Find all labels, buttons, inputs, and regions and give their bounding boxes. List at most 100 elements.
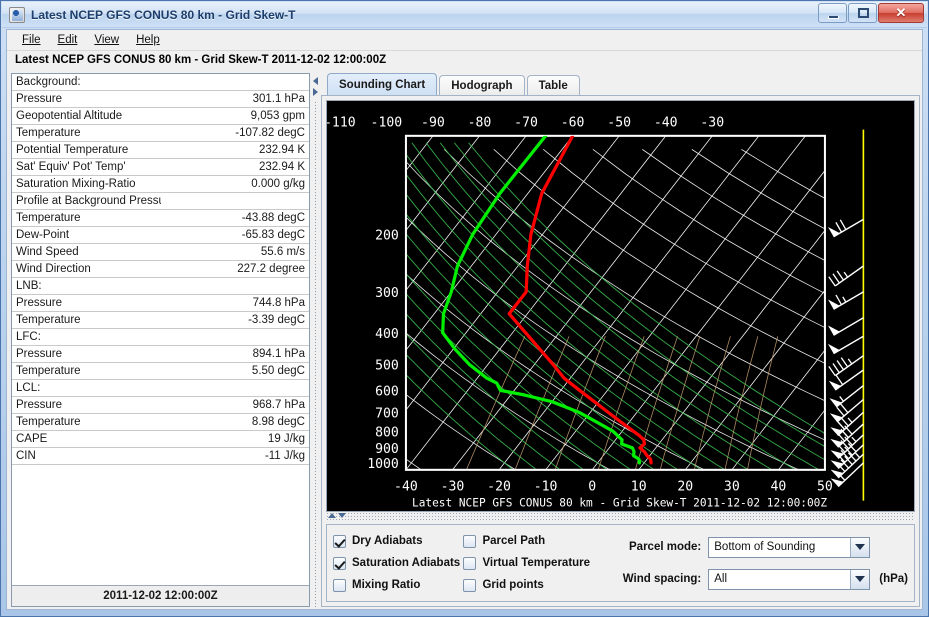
checkbox-virtual-temperature[interactable]: Virtual Temperature xyxy=(463,556,603,570)
stat-key: Pressure xyxy=(12,345,161,364)
pressure-tick: 400 xyxy=(375,327,399,342)
parcel-mode-select[interactable]: Bottom of Sounding xyxy=(708,536,871,558)
stat-key: Saturation Mixing-Ratio xyxy=(12,175,161,194)
stat-key: Pressure xyxy=(12,396,161,415)
tab-sounding-chart[interactable]: Sounding Chart xyxy=(327,73,438,96)
scroll-up-icon[interactable] xyxy=(328,513,336,518)
wind-spacing-row: Wind spacing: All (hPa) xyxy=(617,568,908,590)
table-row: CIN -11 J/kg xyxy=(12,447,309,466)
bottom-axis-tick: 30 xyxy=(724,479,740,494)
bottom-axis-tick: -40 xyxy=(394,479,418,494)
chevron-down-icon[interactable] xyxy=(850,569,870,589)
top-axis-tick: -50 xyxy=(607,116,631,131)
virtual-temperature-checkbox-icon[interactable] xyxy=(463,556,477,570)
checkbox-saturation-adiabats[interactable]: Saturation Adiabats xyxy=(333,556,463,570)
collapse-right-icon[interactable] xyxy=(313,88,318,97)
top-axis-tick: -110 xyxy=(327,116,356,131)
checkbox-mixing-ratio[interactable]: Mixing Ratio xyxy=(333,578,463,592)
stat-key: Background: xyxy=(12,74,161,92)
window-buttons: ✕ xyxy=(817,3,924,23)
stat-value: 968.7 hPa xyxy=(160,396,309,415)
stat-key: LCL: xyxy=(12,379,161,398)
chart-horizontal-scrollbar[interactable] xyxy=(326,512,915,521)
stat-key: CAPE xyxy=(12,430,161,449)
stat-key: CIN xyxy=(12,447,161,466)
stat-key: Profile at Background Pressure: xyxy=(12,192,161,211)
pressure-tick: 1000 xyxy=(367,457,399,472)
menu-edit-label: Edit xyxy=(57,33,78,46)
menu-view-label: View xyxy=(94,33,120,46)
parcel-mode-label: Parcel mode: xyxy=(629,541,702,553)
stat-value: 301.1 hPa xyxy=(160,90,309,109)
virtual-temperature-label: Virtual Temperature xyxy=(482,557,591,569)
scroll-down-icon[interactable] xyxy=(338,513,346,518)
checkbox-dry-adiabats[interactable]: Dry Adiabats xyxy=(333,534,463,548)
stat-value: 5.50 degC xyxy=(160,362,309,381)
close-button[interactable]: ✕ xyxy=(878,3,924,23)
menu-file[interactable]: File xyxy=(14,32,50,48)
bottom-axis-tick: 10 xyxy=(631,479,647,494)
menu-help[interactable]: Help xyxy=(128,32,169,48)
bottom-axis-tick: -30 xyxy=(441,479,465,494)
wind-spacing-unit: (hPa) xyxy=(879,573,908,585)
mixing-ratio-label: Mixing Ratio xyxy=(352,579,421,591)
parcel-mode-row: Parcel mode: Bottom of Sounding xyxy=(617,536,908,558)
stats-table: Background: Pressure 301.1 hPa Geopotential… xyxy=(12,74,309,466)
saturation-adiabats-label: Saturation Adiabats xyxy=(352,557,461,569)
status-bar: 2011-12-02 12:00:00Z xyxy=(12,585,309,606)
table-row: Pressure 894.1 hPa xyxy=(12,345,309,364)
table-row: Dew-Point -65.83 degC xyxy=(12,226,309,245)
split-divider[interactable] xyxy=(310,73,321,607)
menu-edit[interactable]: Edit xyxy=(50,32,87,48)
table-row: Wind Direction 227.2 degree xyxy=(12,260,309,279)
chevron-down-icon[interactable] xyxy=(850,537,870,557)
wind-spacing-select[interactable]: All xyxy=(708,568,871,590)
stat-value xyxy=(160,74,309,92)
collapse-left-icon[interactable] xyxy=(313,77,318,86)
stat-value: -11 J/kg xyxy=(160,447,309,466)
stat-key: Pressure xyxy=(12,90,161,109)
stat-key: Temperature xyxy=(12,362,161,381)
checkbox-grid-points[interactable]: Grid points xyxy=(463,578,603,592)
checkbox-column-2: Parcel Path Virtual Temperature Grid poi… xyxy=(463,534,603,592)
tab-table[interactable]: Table xyxy=(526,75,580,96)
parcel-path-checkbox-icon[interactable] xyxy=(463,534,477,548)
pressure-tick: 600 xyxy=(375,385,399,400)
stat-value: -65.83 degC xyxy=(160,226,309,245)
grid-points-checkbox-icon[interactable] xyxy=(463,578,477,592)
stat-value xyxy=(160,379,309,398)
stat-key: Potential Temperature xyxy=(12,141,161,160)
tab-hodograph[interactable]: Hodograph xyxy=(439,75,525,96)
top-axis-tick: -40 xyxy=(654,116,678,131)
stat-value: 0.000 g/kg xyxy=(160,175,309,194)
stat-key: LFC: xyxy=(12,328,161,347)
pressure-tick: 300 xyxy=(375,286,399,301)
select-column: Parcel mode: Bottom of Sounding Wind spa… xyxy=(603,536,908,590)
maximize-button[interactable] xyxy=(848,3,877,23)
menu-view[interactable]: View xyxy=(86,32,128,48)
table-row: Potential Temperature 232.94 K xyxy=(12,141,309,160)
skew-t-chart[interactable]: -120-110-100-90-80-70-60-50-40-30-40-30-… xyxy=(326,100,915,512)
stat-key: LNB: xyxy=(12,277,161,296)
dry-adiabats-checkbox-icon[interactable] xyxy=(333,534,346,548)
stat-key: Pressure xyxy=(12,294,161,313)
top-axis-tick: -80 xyxy=(468,116,492,131)
stat-key: Geopotential Altitude xyxy=(12,107,161,126)
mixing-ratio-checkbox-icon[interactable] xyxy=(333,578,346,592)
bottom-axis-tick: 0 xyxy=(588,479,596,494)
chart-caption: Latest NCEP GFS CONUS 80 km - Grid Skew-… xyxy=(412,497,827,510)
page-title: Latest NCEP GFS CONUS 80 km - Grid Skew-… xyxy=(7,50,922,71)
table-row: Background: xyxy=(12,74,309,92)
dry-adiabats-label: Dry Adiabats xyxy=(352,535,423,547)
top-axis-tick: -70 xyxy=(514,116,538,131)
pressure-tick: 800 xyxy=(375,425,399,440)
top-axis-tick: -60 xyxy=(561,116,585,131)
wind-spacing-value: All xyxy=(714,573,728,585)
minimize-button[interactable] xyxy=(818,3,847,23)
top-axis-tick: -100 xyxy=(371,116,403,131)
saturation-adiabats-checkbox-icon[interactable] xyxy=(333,556,346,570)
checkbox-parcel-path[interactable]: Parcel Path xyxy=(463,534,603,548)
menu-help-label: Help xyxy=(136,33,160,46)
application-window: Latest NCEP GFS CONUS 80 km - Grid Skew-… xyxy=(0,0,929,617)
stat-value xyxy=(160,277,309,296)
